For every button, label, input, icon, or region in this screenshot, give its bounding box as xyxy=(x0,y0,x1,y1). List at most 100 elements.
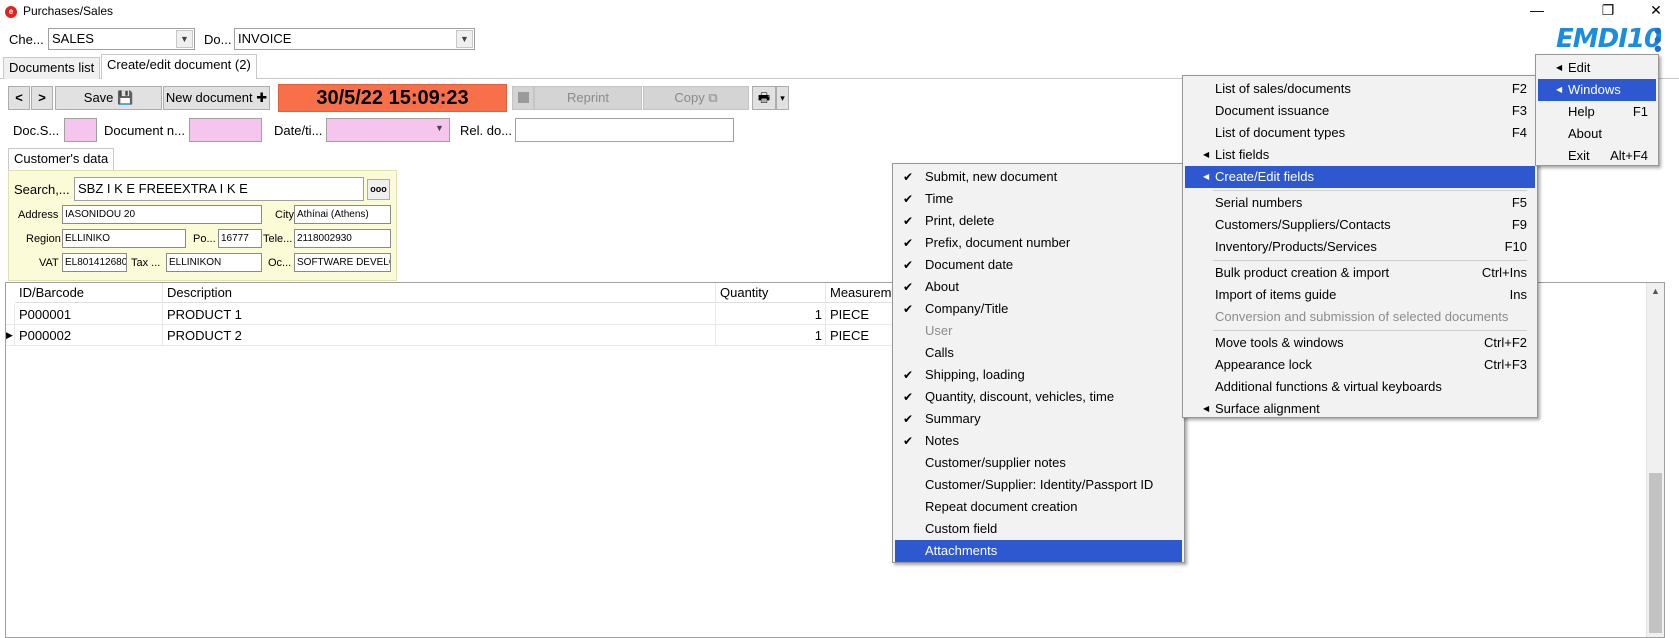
reprint-button[interactable]: Reprint xyxy=(534,86,642,110)
tab-documents-list[interactable]: Documents list xyxy=(3,57,101,79)
fields-menu-item[interactable]: ✔ Shipping, loading xyxy=(895,364,1182,386)
cell-quantity[interactable]: 1 xyxy=(716,304,826,325)
windows-menu-item[interactable]: Document issuance F3 xyxy=(1185,100,1535,122)
main-menu-item[interactable]: ◀ Edit xyxy=(1538,57,1656,79)
region-field[interactable]: ELLINIKO xyxy=(62,229,186,248)
windows-menu-item[interactable]: List of sales/documents F2 xyxy=(1185,78,1535,100)
prev-button[interactable]: < xyxy=(8,86,30,110)
fields-menu-item[interactable]: ✔ Notes xyxy=(895,430,1182,452)
city-field[interactable]: Athínai (Athens) xyxy=(294,205,391,224)
fields-menu-item[interactable]: Custom field xyxy=(895,518,1182,540)
column-header-id[interactable]: ID/Barcode xyxy=(15,283,163,303)
save-button[interactable]: Save 💾 xyxy=(55,86,162,110)
windows-menu-item[interactable]: Inventory/Products/Services F10 xyxy=(1185,236,1535,258)
fields-menu-item[interactable]: ✔ Quantity, discount, vehicles, time xyxy=(895,386,1182,408)
cell-id[interactable]: P000002 xyxy=(15,325,163,346)
cell-description[interactable]: PRODUCT 1 xyxy=(163,304,716,325)
doc-type-select[interactable]: INVOICE ▼ xyxy=(234,28,475,50)
fields-menu-item[interactable]: Attachments xyxy=(895,540,1182,562)
checkmark-icon: ✔ xyxy=(903,258,914,272)
windows-menu-item-label: Document issuance xyxy=(1215,103,1330,118)
doc-series-input[interactable] xyxy=(64,118,97,142)
customer-more-button[interactable]: ooo xyxy=(367,179,390,200)
main-menu-item[interactable]: About xyxy=(1538,123,1656,145)
fields-menu-item[interactable]: Customer/supplier notes xyxy=(895,452,1182,474)
vertical-scrollbar[interactable]: ▲ xyxy=(1646,283,1664,637)
restore-button[interactable]: ❐ xyxy=(1585,0,1631,22)
tab-create-edit-document[interactable]: Create/edit document (2) xyxy=(101,54,257,79)
main-menu-item[interactable]: ◀ Windows xyxy=(1538,79,1656,101)
fields-menu-item[interactable]: Calls xyxy=(895,342,1182,364)
vat-field[interactable]: EL801412680 xyxy=(62,253,127,272)
cell-quantity[interactable]: 1 xyxy=(716,325,826,346)
fields-menu-item[interactable]: ✔ Time xyxy=(895,188,1182,210)
fields-menu-item-label: Customer/supplier notes xyxy=(925,455,1066,470)
windows-menu-item[interactable]: Additional functions & virtual keyboards xyxy=(1185,376,1535,398)
main-menu-item-label: Windows xyxy=(1568,82,1621,97)
chevron-down-icon: ▼ xyxy=(435,123,444,133)
windows-menu-item-label: Surface alignment xyxy=(1215,401,1320,416)
customer-search-input[interactable]: SBZ I K E FREEEXTRA I K E xyxy=(74,177,364,201)
fields-menu-item-label: Company/Title xyxy=(925,301,1009,316)
chevron-down-icon: ▼ xyxy=(456,30,473,48)
printer-icon[interactable]: 🖶 xyxy=(752,86,776,110)
windows-menu-item-shortcut: F5 xyxy=(1511,195,1527,210)
occupation-field[interactable]: SOFTWARE DEVELOPMENT xyxy=(294,253,391,272)
new-document-button[interactable]: New document ✚ xyxy=(163,86,270,110)
windows-menu-item[interactable]: Import of items guide Ins xyxy=(1185,284,1535,306)
rel-doc-input[interactable] xyxy=(515,118,734,142)
doc-number-input[interactable] xyxy=(189,118,262,142)
fields-menu-item[interactable]: ✔ Prefix, document number xyxy=(895,232,1182,254)
checkmark-icon: ✔ xyxy=(903,434,914,448)
print-dropdown-button[interactable]: ▾ xyxy=(776,86,789,110)
scroll-up-icon[interactable]: ▲ xyxy=(1647,286,1664,296)
scroll-thumb[interactable] xyxy=(1649,473,1662,633)
windows-menu-item[interactable]: Appearance lock Ctrl+F3 xyxy=(1185,354,1535,376)
fields-menu-item[interactable]: ✔ Company/Title xyxy=(895,298,1182,320)
cell-id[interactable]: P000001 xyxy=(15,304,163,325)
kebab-menu-icon[interactable]: • • • xyxy=(1654,20,1662,60)
checkmark-icon: ✔ xyxy=(903,192,914,206)
windows-menu-item[interactable]: Customers/Suppliers/Contacts F9 xyxy=(1185,214,1535,236)
windows-menu-item-label: Inventory/Products/Services xyxy=(1215,239,1377,254)
fields-menu-item[interactable]: ✔ About xyxy=(895,276,1182,298)
column-header-description[interactable]: Description xyxy=(163,283,716,303)
checkmark-icon: ✔ xyxy=(903,390,914,404)
address-field[interactable]: IASONIDOU 20 xyxy=(62,205,262,224)
checkmark-icon: ✔ xyxy=(903,280,914,294)
check-select[interactable]: SALES ▼ xyxy=(48,28,195,50)
fields-menu-item[interactable]: Customer/Supplier: Identity/Passport ID xyxy=(895,474,1182,496)
tax-office-field[interactable]: ELLINIKON xyxy=(166,253,262,272)
row-marker: ▶ xyxy=(6,325,15,346)
fields-menu-item[interactable]: ✔ Submit, new document xyxy=(895,166,1182,188)
tab-customer-data[interactable]: Customer's data xyxy=(8,148,115,170)
cell-description[interactable]: PRODUCT 2 xyxy=(163,325,716,346)
address-label: Address xyxy=(18,209,59,221)
windows-menu-item-shortcut: F2 xyxy=(1511,81,1527,96)
windows-menu-item-label: Customers/Suppliers/Contacts xyxy=(1215,217,1391,232)
telephone-field[interactable]: 2118002930 xyxy=(294,229,391,248)
windows-menu-item[interactable]: ◀ List fields xyxy=(1185,144,1535,166)
windows-menu-item[interactable]: Serial numbers F5 xyxy=(1185,192,1535,214)
fields-menu-item-label: About xyxy=(925,279,959,294)
fields-menu-item[interactable]: ✔ Summary xyxy=(895,408,1182,430)
minimize-button[interactable]: — xyxy=(1514,0,1560,22)
fields-menu-item[interactable]: ✔ Print, delete xyxy=(895,210,1182,232)
windows-menu-item[interactable]: Bulk product creation & import Ctrl+Ins xyxy=(1185,262,1535,284)
next-button[interactable]: > xyxy=(31,86,53,110)
fields-menu-item[interactable]: ✔ Document date xyxy=(895,254,1182,276)
date-input[interactable]: ▼ xyxy=(326,118,450,142)
windows-menu-item[interactable]: ◀ Surface alignment xyxy=(1185,398,1535,420)
windows-menu-item[interactable]: ◀ Create/Edit fields xyxy=(1185,166,1535,188)
windows-menu-item[interactable]: Move tools & windows Ctrl+F2 xyxy=(1185,332,1535,354)
copy-button[interactable]: Copy ⧉ xyxy=(643,86,749,110)
fields-menu-item-label: User xyxy=(925,323,953,338)
column-header-quantity[interactable]: Quantity xyxy=(716,283,826,303)
fields-menu-item[interactable]: Repeat document creation xyxy=(895,496,1182,518)
windows-menu-item[interactable]: List of document types F4 xyxy=(1185,122,1535,144)
postal-field[interactable]: 16777 xyxy=(218,229,262,248)
main-menu-item[interactable]: Exit Alt+F4 xyxy=(1538,145,1656,167)
main-menu-item[interactable]: Help F1 xyxy=(1538,101,1656,123)
submenu-arrow-icon: ◀ xyxy=(1556,85,1563,94)
fields-menu-item-label: Time xyxy=(925,191,954,206)
